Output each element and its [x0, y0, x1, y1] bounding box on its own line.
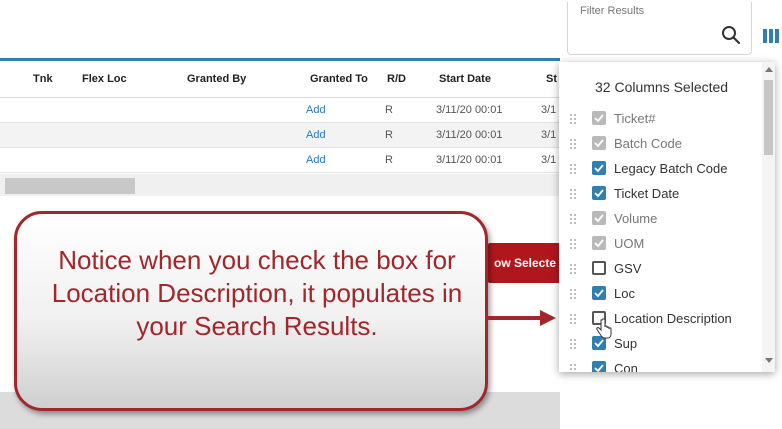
column-option[interactable]: UOM [559, 231, 759, 256]
column-option[interactable]: GSV [559, 256, 759, 281]
column-option[interactable]: Location Description [559, 306, 759, 331]
filter-results-field[interactable]: Filter Results [567, 2, 752, 55]
columns-panel: 32 Columns Selected Ticket# Batch Code Leg… [559, 62, 775, 372]
column-option-label: Legacy Batch Code [614, 161, 728, 176]
column-option[interactable]: Batch Code [559, 131, 759, 156]
granted-to-add-link[interactable]: Add [306, 154, 326, 166]
callout-bubble: Notice when you check the box for Locati… [14, 211, 488, 411]
column-header-flex-loc[interactable]: Flex Loc [82, 73, 127, 85]
column-option-label: Volume [614, 211, 658, 226]
column-option-label: Location Description [614, 311, 732, 326]
table-row: Add R 3/11/20 00:01 3/1 [0, 148, 560, 173]
columns-panel-scrollbar-thumb[interactable] [764, 80, 773, 155]
column-checkbox[interactable] [592, 161, 606, 175]
column-option[interactable]: Volume [559, 206, 759, 231]
drag-handle-icon[interactable] [569, 262, 577, 274]
drag-handle-icon[interactable] [569, 312, 577, 324]
column-option-label: Con [614, 361, 638, 372]
rd-cell: R [385, 104, 393, 116]
search-icon[interactable] [720, 24, 742, 46]
callout-text: Notice when you check the box for Locati… [51, 245, 463, 341]
rd-cell: R [385, 129, 393, 141]
st-cell: 3/1 [541, 154, 557, 166]
start-date-cell: 3/11/20 00:01 [436, 129, 503, 141]
column-header-rd[interactable]: R/D [387, 73, 406, 85]
filter-results-label: Filter Results [578, 5, 647, 17]
column-option-label: Ticket Date [614, 186, 680, 201]
column-option[interactable]: Sup [559, 331, 759, 356]
drag-handle-icon[interactable] [569, 362, 577, 372]
st-cell: 3/1 [541, 104, 557, 116]
columns-icon[interactable] [763, 28, 779, 44]
callout-arrow-icon [486, 310, 556, 326]
column-checkbox[interactable] [592, 136, 606, 150]
drag-handle-icon[interactable] [569, 287, 577, 299]
show-selected-button[interactable]: ow Selecte [488, 243, 564, 283]
rd-cell: R [385, 154, 393, 166]
st-cell: 3/1 [541, 129, 557, 141]
filter-results-input[interactable] [576, 24, 710, 50]
column-option-label: Batch Code [614, 136, 682, 151]
columns-selected-count: 32 Columns Selected [595, 79, 729, 95]
column-option[interactable]: Ticket# [559, 106, 759, 131]
table-header: Tnk Flex Loc Granted By Granted To R/D S… [0, 61, 560, 98]
drag-handle-icon[interactable] [569, 337, 577, 349]
drag-handle-icon[interactable] [569, 187, 577, 199]
table-row: Add R 3/11/20 00:01 3/1 [0, 98, 560, 123]
column-option-label: UOM [614, 236, 645, 251]
scroll-down-arrow-icon[interactable] [765, 358, 773, 363]
column-option[interactable]: Loc [559, 281, 759, 306]
horizontal-scrollbar-thumb[interactable] [5, 178, 135, 194]
drag-handle-icon[interactable] [569, 162, 577, 174]
column-checkbox[interactable] [592, 236, 606, 250]
column-option-label: GSV [614, 261, 642, 276]
column-checkbox[interactable] [592, 286, 606, 300]
column-option[interactable]: Ticket Date [559, 181, 759, 206]
column-option[interactable]: Con [559, 356, 759, 372]
granted-to-add-link[interactable]: Add [306, 104, 326, 116]
column-header-granted-to[interactable]: Granted To [310, 73, 368, 85]
column-header-start-date[interactable]: Start Date [439, 73, 491, 85]
table-row: Add R 3/11/20 00:01 3/1 [0, 123, 560, 148]
column-checkbox[interactable] [592, 111, 606, 125]
start-date-cell: 3/11/20 00:01 [436, 154, 503, 166]
scroll-up-arrow-icon[interactable] [765, 67, 773, 72]
drag-handle-icon[interactable] [569, 112, 577, 124]
column-option[interactable]: Legacy Batch Code [559, 156, 759, 181]
column-option-label: Sup [614, 336, 638, 351]
column-header-st[interactable]: St [546, 73, 557, 85]
drag-handle-icon[interactable] [569, 237, 577, 249]
start-date-cell: 3/11/20 00:01 [436, 104, 503, 116]
drag-handle-icon[interactable] [569, 212, 577, 224]
hand-cursor-icon [596, 318, 612, 339]
column-option-label: Ticket# [614, 111, 656, 126]
column-checkbox[interactable] [592, 261, 606, 275]
column-option-label: Loc [614, 286, 635, 301]
drag-handle-icon[interactable] [569, 137, 577, 149]
column-checkbox[interactable] [592, 361, 606, 372]
column-header-granted-by[interactable]: Granted By [187, 73, 246, 85]
granted-to-add-link[interactable]: Add [306, 129, 326, 141]
column-checkbox[interactable] [592, 186, 606, 200]
column-header-tnk[interactable]: Tnk [33, 73, 53, 85]
column-checkbox[interactable] [592, 211, 606, 225]
